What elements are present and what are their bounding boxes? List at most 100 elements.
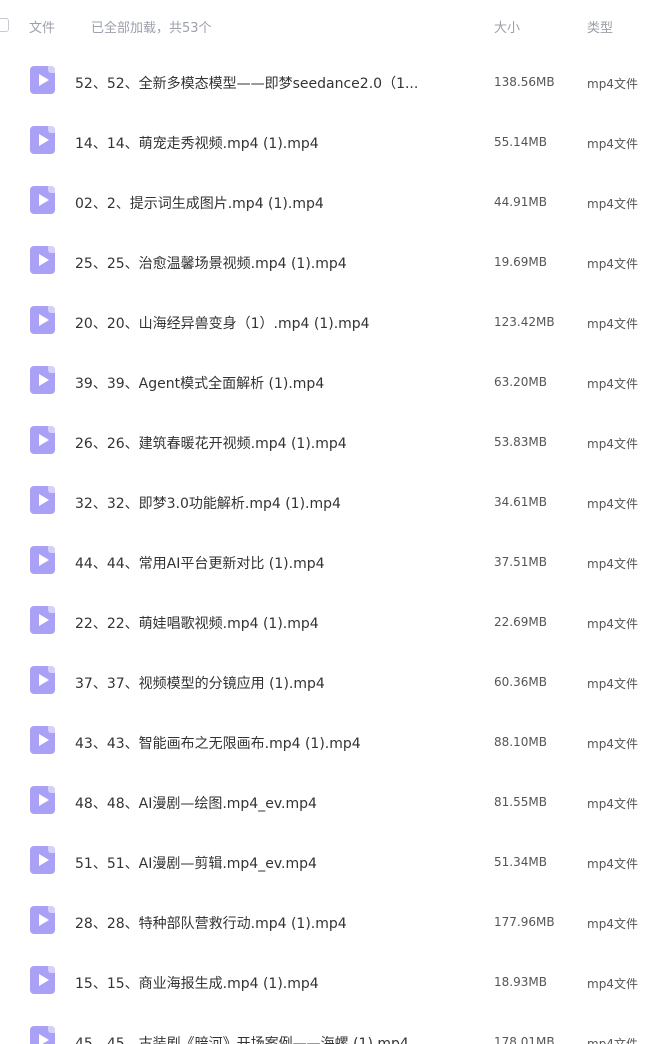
video-file-icon bbox=[30, 66, 55, 94]
play-icon bbox=[39, 314, 49, 326]
play-icon bbox=[39, 74, 49, 86]
play-icon bbox=[39, 254, 49, 266]
file-type: mp4文件 bbox=[587, 977, 638, 991]
play-icon bbox=[39, 194, 49, 206]
file-type: mp4文件 bbox=[587, 617, 638, 631]
file-row[interactable]: 48、48、AI漫剧—绘图.mp4_ev.mp4 81.55MB mp4文件 bbox=[0, 772, 663, 832]
file-type: mp4文件 bbox=[587, 737, 638, 751]
file-size: 44.91MB bbox=[494, 195, 547, 209]
video-file-icon bbox=[30, 1026, 55, 1044]
file-size: 60.36MB bbox=[494, 675, 547, 689]
file-size: 123.42MB bbox=[494, 315, 555, 329]
file-row[interactable]: 20、20、山海经异兽变身（1）.mp4 (1).mp4 123.42MB mp4文… bbox=[0, 292, 663, 352]
select-all-checkbox[interactable] bbox=[0, 18, 9, 32]
file-row[interactable]: 25、25、治愈温馨场景视频.mp4 (1).mp4 19.69MB mp4文件 bbox=[0, 232, 663, 292]
file-size: 81.55MB bbox=[494, 795, 547, 809]
file-name[interactable]: 25、25、治愈温馨场景视频.mp4 (1).mp4 bbox=[75, 253, 475, 273]
play-icon bbox=[39, 734, 49, 746]
file-name[interactable]: 20、20、山海经异兽变身（1）.mp4 (1).mp4 bbox=[75, 313, 475, 333]
file-name[interactable]: 14、14、萌宠走秀视频.mp4 (1).mp4 bbox=[75, 133, 475, 153]
file-row[interactable]: 39、39、Agent模式全面解析 (1).mp4 63.20MB mp4文件 bbox=[0, 352, 663, 412]
file-name[interactable]: 37、37、视频模型的分镜应用 (1).mp4 bbox=[75, 673, 475, 693]
size-column-header[interactable]: 大小 bbox=[494, 17, 520, 36]
file-name[interactable]: 52、52、全新多模态模型——即梦seedance2.0（1... bbox=[75, 73, 475, 93]
list-header: 文件 已全部加载，共53个 大小 类型 bbox=[0, 0, 663, 52]
file-row[interactable]: 51、51、AI漫剧—剪辑.mp4_ev.mp4 51.34MB mp4文件 bbox=[0, 832, 663, 892]
file-size: 177.96MB bbox=[494, 915, 555, 929]
video-file-icon bbox=[30, 126, 55, 154]
file-name[interactable]: 45、45、古装剧《暗河》开场案例——海螺 (1).mp4 bbox=[75, 1033, 475, 1044]
file-type: mp4文件 bbox=[587, 797, 638, 811]
file-name[interactable]: 02、2、提示词生成图片.mp4 (1).mp4 bbox=[75, 193, 475, 213]
file-name[interactable]: 43、43、智能画布之无限画布.mp4 (1).mp4 bbox=[75, 733, 475, 753]
file-name[interactable]: 39、39、Agent模式全面解析 (1).mp4 bbox=[75, 373, 475, 393]
file-row[interactable]: 37、37、视频模型的分镜应用 (1).mp4 60.36MB mp4文件 bbox=[0, 652, 663, 712]
file-row[interactable]: 28、28、特种部队营救行动.mp4 (1).mp4 177.96MB mp4文件 bbox=[0, 892, 663, 952]
play-icon bbox=[39, 134, 49, 146]
file-size: 51.34MB bbox=[494, 855, 547, 869]
play-icon bbox=[39, 854, 49, 866]
file-row[interactable]: 44、44、常用AI平台更新对比 (1).mp4 37.51MB mp4文件 bbox=[0, 532, 663, 592]
file-row[interactable]: 43、43、智能画布之无限画布.mp4 (1).mp4 88.10MB mp4文件 bbox=[0, 712, 663, 772]
file-column-header[interactable]: 文件 bbox=[29, 17, 55, 36]
file-row[interactable]: 14、14、萌宠走秀视频.mp4 (1).mp4 55.14MB mp4文件 bbox=[0, 112, 663, 172]
file-size: 34.61MB bbox=[494, 495, 547, 509]
file-name[interactable]: 32、32、即梦3.0功能解析.mp4 (1).mp4 bbox=[75, 493, 475, 513]
file-size: 53.83MB bbox=[494, 435, 547, 449]
play-icon bbox=[39, 914, 49, 926]
file-name[interactable]: 15、15、商业海报生成.mp4 (1).mp4 bbox=[75, 973, 475, 993]
file-type: mp4文件 bbox=[587, 677, 638, 691]
video-file-icon bbox=[30, 366, 55, 394]
video-file-icon bbox=[30, 486, 55, 514]
video-file-icon bbox=[30, 426, 55, 454]
video-file-icon bbox=[30, 966, 55, 994]
file-type: mp4文件 bbox=[587, 137, 638, 151]
play-icon bbox=[39, 434, 49, 446]
type-column-header[interactable]: 类型 bbox=[587, 17, 613, 36]
file-type: mp4文件 bbox=[587, 317, 638, 331]
play-icon bbox=[39, 554, 49, 566]
file-size: 178.01MB bbox=[494, 1035, 555, 1044]
file-name[interactable]: 48、48、AI漫剧—绘图.mp4_ev.mp4 bbox=[75, 793, 475, 813]
file-type: mp4文件 bbox=[587, 437, 638, 451]
file-name[interactable]: 28、28、特种部队营救行动.mp4 (1).mp4 bbox=[75, 913, 475, 933]
file-name[interactable]: 51、51、AI漫剧—剪辑.mp4_ev.mp4 bbox=[75, 853, 475, 873]
play-icon bbox=[39, 494, 49, 506]
file-size: 37.51MB bbox=[494, 555, 547, 569]
file-size: 19.69MB bbox=[494, 255, 547, 269]
file-type: mp4文件 bbox=[587, 917, 638, 931]
video-file-icon bbox=[30, 306, 55, 334]
file-row[interactable]: 02、2、提示词生成图片.mp4 (1).mp4 44.91MB mp4文件 bbox=[0, 172, 663, 232]
play-icon bbox=[39, 374, 49, 386]
play-icon bbox=[39, 974, 49, 986]
file-list-page: 文件 已全部加载，共53个 大小 类型 52、52、全新多模态模型——即梦see… bbox=[0, 0, 663, 1044]
video-file-icon bbox=[30, 666, 55, 694]
file-type: mp4文件 bbox=[587, 497, 638, 511]
file-list: 52、52、全新多模态模型——即梦seedance2.0（1... 138.56M… bbox=[0, 52, 663, 1044]
file-name[interactable]: 22、22、萌娃唱歌视频.mp4 (1).mp4 bbox=[75, 613, 475, 633]
play-icon bbox=[39, 614, 49, 626]
video-file-icon bbox=[30, 906, 55, 934]
file-type: mp4文件 bbox=[587, 197, 638, 211]
file-row[interactable]: 15、15、商业海报生成.mp4 (1).mp4 18.93MB mp4文件 bbox=[0, 952, 663, 1012]
file-type: mp4文件 bbox=[587, 857, 638, 871]
file-row[interactable]: 45、45、古装剧《暗河》开场案例——海螺 (1).mp4 178.01MB mp4… bbox=[0, 1012, 663, 1044]
play-icon bbox=[39, 1034, 49, 1044]
file-row[interactable]: 32、32、即梦3.0功能解析.mp4 (1).mp4 34.61MB mp4文件 bbox=[0, 472, 663, 532]
video-file-icon bbox=[30, 546, 55, 574]
video-file-icon bbox=[30, 606, 55, 634]
file-size: 22.69MB bbox=[494, 615, 547, 629]
play-icon bbox=[39, 794, 49, 806]
file-name[interactable]: 26、26、建筑春暖花开视频.mp4 (1).mp4 bbox=[75, 433, 475, 453]
video-file-icon bbox=[30, 726, 55, 754]
file-row[interactable]: 22、22、萌娃唱歌视频.mp4 (1).mp4 22.69MB mp4文件 bbox=[0, 592, 663, 652]
file-size: 63.20MB bbox=[494, 375, 547, 389]
file-size: 138.56MB bbox=[494, 75, 555, 89]
file-type: mp4文件 bbox=[587, 257, 638, 271]
file-size: 55.14MB bbox=[494, 135, 547, 149]
video-file-icon bbox=[30, 186, 55, 214]
file-row[interactable]: 26、26、建筑春暖花开视频.mp4 (1).mp4 53.83MB mp4文件 bbox=[0, 412, 663, 472]
file-row[interactable]: 52、52、全新多模态模型——即梦seedance2.0（1... 138.56M… bbox=[0, 52, 663, 112]
play-icon bbox=[39, 674, 49, 686]
file-name[interactable]: 44、44、常用AI平台更新对比 (1).mp4 bbox=[75, 553, 475, 573]
